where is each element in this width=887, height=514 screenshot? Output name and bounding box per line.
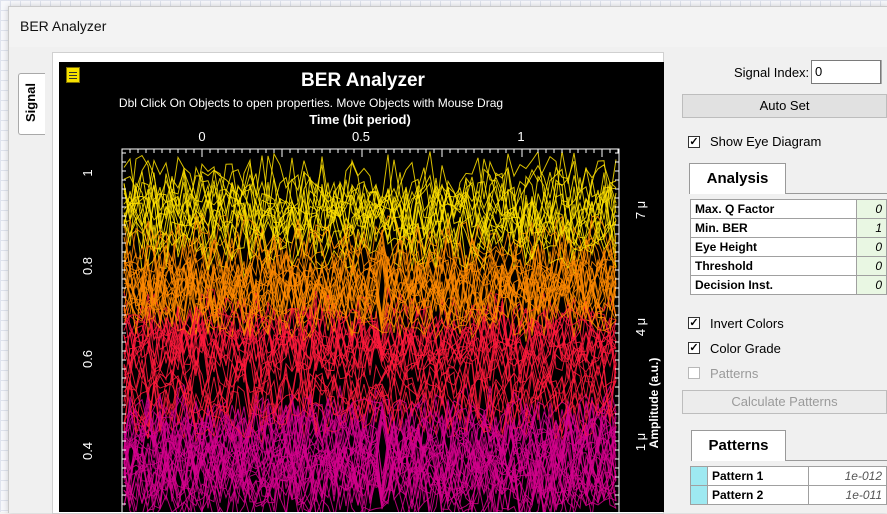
x-tick-label: 1 xyxy=(517,129,524,144)
analysis-key: Decision Inst. xyxy=(689,275,858,295)
table-row: Threshold 0 xyxy=(689,256,887,276)
invert-colors-checkbox[interactable]: ✓ xyxy=(688,317,700,329)
window-title: BER Analyzer xyxy=(20,18,107,34)
signal-index-spinner[interactable] xyxy=(881,60,887,84)
pattern-name: Pattern 1 xyxy=(706,466,810,486)
pattern-value: 1e-012 xyxy=(808,466,887,486)
patterns-checkbox[interactable] xyxy=(688,367,700,379)
show-eye-diagram-checkbox[interactable]: ✓ xyxy=(688,136,700,148)
right-tick-label: 7 μ xyxy=(633,201,648,219)
patterns-table: Pattern 1 1e-012 Pattern 2 1e-011 xyxy=(690,466,887,505)
y-tick-label: 0.6 xyxy=(80,350,95,368)
calculate-patterns-button[interactable]: Calculate Patterns xyxy=(682,390,887,414)
pattern-color-swatch[interactable] xyxy=(690,466,708,486)
pattern-name: Pattern 2 xyxy=(706,485,810,505)
table-row: Eye Height 0 xyxy=(689,237,887,257)
analysis-key: Eye Height xyxy=(689,237,858,257)
title-bar[interactable]: BER Analyzer xyxy=(9,7,887,47)
y-tick-label: 0.4 xyxy=(80,442,95,460)
invert-colors-label: Invert Colors xyxy=(710,316,784,331)
auto-set-button[interactable]: Auto Set xyxy=(682,94,887,118)
analysis-value[interactable]: 0 xyxy=(856,237,887,257)
pattern-color-swatch[interactable] xyxy=(690,485,708,505)
table-row[interactable]: Pattern 2 1e-011 xyxy=(690,485,887,505)
right-tick-label: 1 μ xyxy=(633,433,648,451)
eye-traces xyxy=(123,150,617,512)
analysis-value[interactable]: 0 xyxy=(856,275,887,295)
tab-signal[interactable]: Signal xyxy=(18,73,45,135)
color-grade-label: Color Grade xyxy=(710,341,781,356)
analysis-table: Max. Q Factor 0 Min. BER 1 Eye Height 0 Thr… xyxy=(689,199,887,295)
plot-title: BER Analyzer xyxy=(301,70,425,91)
x-tick-label: 0 xyxy=(198,129,205,144)
analysis-key: Threshold xyxy=(689,256,858,276)
analysis-value[interactable]: 0 xyxy=(856,199,887,219)
control-panel: Signal Index: 0 Auto Set ✓ Show Eye Diag… xyxy=(672,52,887,512)
show-eye-diagram-label: Show Eye Diagram xyxy=(710,134,822,149)
analysis-value[interactable]: 0 xyxy=(856,256,887,276)
analysis-key: Min. BER xyxy=(689,218,858,238)
analysis-value[interactable]: 1 xyxy=(856,218,887,238)
pattern-value: 1e-011 xyxy=(808,485,887,505)
y-tick-label: 1 xyxy=(80,169,95,176)
table-row: Decision Inst. 0 xyxy=(689,275,887,295)
tab-analysis[interactable]: Analysis xyxy=(689,163,786,194)
tab-divider xyxy=(786,193,887,194)
x-axis-title: Time (bit period) xyxy=(309,112,411,127)
table-row: Min. BER 1 xyxy=(689,218,887,238)
table-row[interactable]: Pattern 1 1e-012 xyxy=(690,466,887,486)
eye-diagram-chart[interactable]: BER Analyzer Dbl Click On Objects to ope… xyxy=(59,62,664,512)
signal-index-input[interactable]: 0 xyxy=(811,60,881,84)
plot-hint: Dbl Click On Objects to open properties.… xyxy=(119,96,503,110)
x-tick-label: 0.5 xyxy=(352,129,370,144)
color-grade-checkbox[interactable]: ✓ xyxy=(688,342,700,354)
table-row: Max. Q Factor 0 xyxy=(689,199,887,219)
right-axis-title: Amplitude (a.u.) xyxy=(647,358,661,449)
patterns-label: Patterns xyxy=(710,366,759,381)
signal-index-label: Signal Index: xyxy=(734,65,810,80)
tab-signal-label: Signal xyxy=(23,82,38,122)
y-tick-label: 0.8 xyxy=(80,257,95,275)
analysis-key: Max. Q Factor xyxy=(689,199,858,219)
tab-patterns[interactable]: Patterns xyxy=(691,430,786,461)
tab-divider xyxy=(786,460,887,461)
right-tick-label: 4 μ xyxy=(633,318,648,336)
